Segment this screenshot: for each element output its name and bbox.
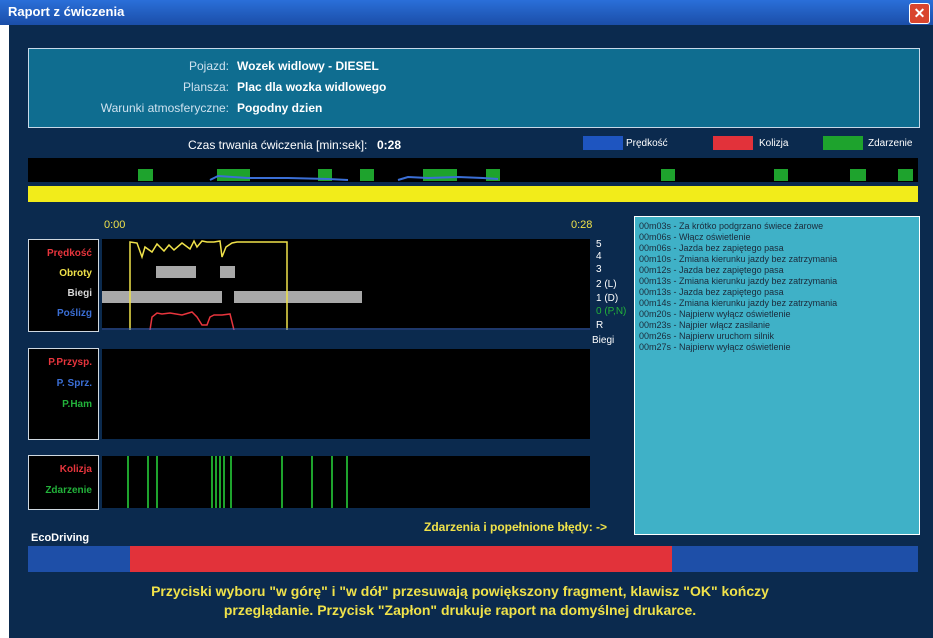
channel-label-accelerator: P.Przysp. <box>48 357 92 368</box>
gear-level-5: 5 <box>596 239 602 250</box>
overview-timeline[interactable] <box>28 158 918 182</box>
gear-segment <box>102 291 197 303</box>
title-bar: Raport z ćwiczenia ✕ <box>0 0 933 25</box>
instructions-line-1: Przyciski wyboru "w górę" i "w dół" prze… <box>151 583 769 599</box>
gear-level-4: 4 <box>596 251 602 262</box>
legend-label-speed: Prędkość <box>626 138 668 149</box>
legend-label-event: Zdarzenie <box>868 138 913 149</box>
speed-rpm-gear-plot[interactable] <box>102 239 590 331</box>
event-marker <box>774 169 788 181</box>
gear-level-1d: 1 (D) <box>596 293 619 304</box>
collision-event-plot[interactable] <box>102 456 590 508</box>
gear-level-2l: 2 (L) <box>596 279 617 290</box>
event-marker <box>661 169 675 181</box>
event-list-item: 00m13s - Jazda bez zapiętego pasa <box>639 287 784 297</box>
weather-row: Warunki atmosferyczne: Pogodny dzien <box>29 101 919 119</box>
event-list[interactable]: 00m03s - Za krótko podgrzano świece żaro… <box>634 216 920 535</box>
pedals-plot[interactable] <box>102 349 590 439</box>
gear-level-r: R <box>596 320 604 331</box>
overview-timeline-graph <box>138 169 913 181</box>
event-marker <box>138 169 153 181</box>
duration-value: 0:28 <box>377 138 402 152</box>
vehicle-value: Wozek widlowy - DIESEL <box>237 59 379 73</box>
exercise-info-panel: Pojazd: Wozek widlowy - DIESEL Plansza: … <box>28 48 920 128</box>
gear-segment <box>194 291 222 303</box>
legend-swatch-collision <box>713 136 753 150</box>
ecodriving-red-segment <box>130 546 672 572</box>
channel-label-rpm: Obroty <box>59 268 92 279</box>
board-row: Plansza: Plac dla wozka widlowego <box>29 80 919 98</box>
instructions-line-2: przeglądanie. Przycisk "Zapłon" drukuje … <box>223 602 697 618</box>
event-list-item: 00m27s - Najpierw wyłącz oświetlenie <box>639 342 791 352</box>
gear-level-3: 3 <box>596 264 602 275</box>
time-start-label: 0:00 <box>104 219 126 231</box>
channel-legend-2: P.Przysp. P. Sprz. P.Ham <box>28 348 99 440</box>
gear-segment <box>234 291 362 303</box>
gear-level-0pn: 0 (P,N) <box>596 306 627 317</box>
channel-label-speed: Prędkość <box>46 248 92 259</box>
duration-label: Czas trwania ćwiczenia [min:sek]: <box>188 138 368 152</box>
gear-segment <box>220 266 235 278</box>
channel-label-slip: Poślizg <box>56 308 92 319</box>
event-marker <box>850 169 866 181</box>
collision-event-graph <box>127 456 348 508</box>
zoom-range-bar[interactable] <box>28 186 918 202</box>
event-list-item: 00m23s - Najpier włącz zasilanie <box>639 320 771 330</box>
channel-label-clutch: P. Sprz. <box>56 378 92 389</box>
event-list-item: 00m10s - Zmiana kierunku jazdy bez zatrz… <box>639 254 838 264</box>
event-list-item: 00m12s - Jazda bez zapiętego pasa <box>639 265 784 275</box>
vehicle-row: Pojazd: Wozek widlowy - DIESEL <box>29 59 919 77</box>
window-edge <box>0 25 9 638</box>
instructions-footer: Przyciski wyboru "w górę" i "w dół" prze… <box>30 582 890 620</box>
legend-swatch-speed <box>583 136 623 150</box>
weather-value: Pogodny dzien <box>237 101 323 115</box>
event-list-item: 00m06s - Włącz oświetlenie <box>639 232 751 242</box>
channel-label-brake: P.Ham <box>62 399 92 410</box>
event-marker <box>217 169 250 181</box>
channel-label-collision: Kolizja <box>59 464 92 475</box>
event-list-item: 00m14s - Zmiana kierunku jazdy bez zatrz… <box>639 298 838 308</box>
ecodriving-bar <box>28 546 918 572</box>
board-label: Plansza: <box>182 80 229 94</box>
channel-legend-3: Kolizja Zdarzenie <box>28 455 99 510</box>
event-list-item: 00m13s - Zmiana kierunku jazdy bez zatrz… <box>639 276 838 286</box>
time-end-label: 0:28 <box>571 219 593 231</box>
channel-label-gears: Biegi <box>67 288 92 299</box>
event-marker <box>423 169 457 181</box>
close-icon[interactable]: ✕ <box>909 3 930 24</box>
event-marker <box>360 169 374 181</box>
gear-axis-title: Biegi <box>592 335 615 346</box>
event-list-item: 00m03s - Za krótko podgrzano świece żaro… <box>639 221 824 231</box>
event-marker <box>898 169 913 181</box>
channel-label-event: Zdarzenie <box>45 485 92 496</box>
channel-legend-1: Prędkość Obroty Biegi Poślizg <box>28 239 99 332</box>
legend-swatch-event <box>823 136 863 150</box>
legend-label-collision: Kolizja <box>759 138 789 149</box>
report-window: Raport z ćwiczenia ✕ Pojazd: Wozek widlo… <box>0 0 933 638</box>
event-list-item: 00m20s - Najpierw wyłącz oświetlenie <box>639 309 791 319</box>
window-title: Raport z ćwiczenia <box>8 4 125 19</box>
weather-label: Warunki atmosferyczne: <box>100 101 229 115</box>
board-value: Plac dla wozka widlowego <box>237 80 387 94</box>
speed-rpm-gear-graph <box>102 239 590 331</box>
event-list-item: 00m26s - Najpierw uruchom silnik <box>639 331 775 341</box>
vehicle-label: Pojazd: <box>188 59 229 73</box>
errors-link[interactable]: Zdarzenia i popełnione błędy: -> <box>424 520 607 534</box>
ecodriving-title: EcoDriving <box>31 532 90 544</box>
speed-trace <box>149 311 235 331</box>
event-list-item: 00m06s - Jazda bez zapiętego pasa <box>639 243 784 253</box>
gear-segment <box>156 266 196 278</box>
